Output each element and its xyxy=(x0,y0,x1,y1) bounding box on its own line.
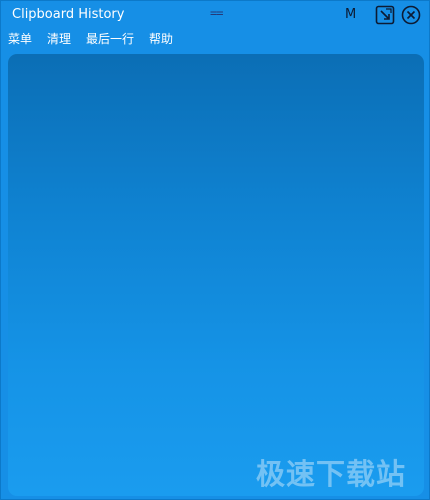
close-icon[interactable] xyxy=(401,5,421,25)
menu-item-clear[interactable]: 清理 xyxy=(47,30,71,47)
clipboard-list-panel[interactable] xyxy=(8,54,424,496)
window-restore-icon[interactable] xyxy=(375,5,395,25)
drag-grip-icon[interactable]: == xyxy=(210,6,223,20)
watermark-text: 极速下载站 xyxy=(256,457,407,491)
menu-item-help[interactable]: 帮助 xyxy=(149,30,173,47)
menu-item-menu[interactable]: 菜单 xyxy=(8,30,32,47)
menu-item-last-line[interactable]: 最后一行 xyxy=(86,30,134,47)
mode-button[interactable]: M xyxy=(345,7,356,22)
clipboard-history-window: Clipboard History == M 菜单 清理 最后一行 帮助 极速下… xyxy=(0,0,430,500)
menu-bar: 菜单 清理 最后一行 帮助 xyxy=(1,29,429,49)
title-bar[interactable]: Clipboard History == M xyxy=(1,1,429,29)
window-title: Clipboard History xyxy=(12,7,125,22)
